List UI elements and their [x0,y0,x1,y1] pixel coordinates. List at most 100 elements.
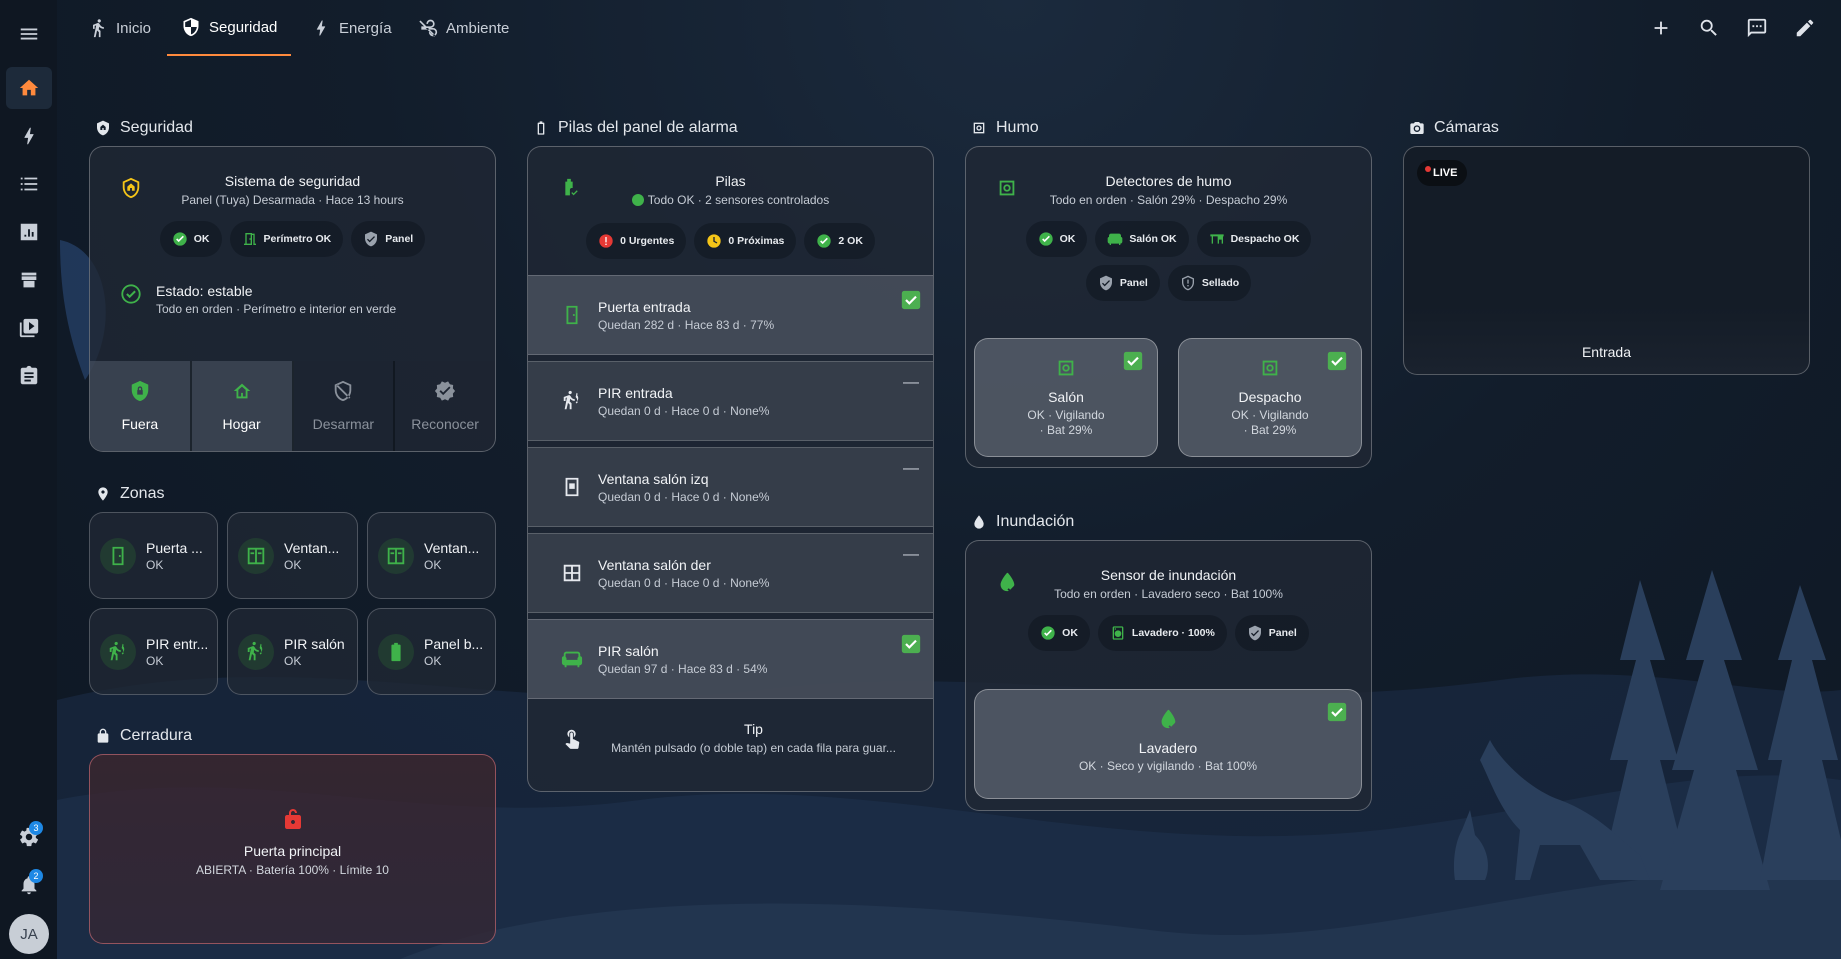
motion-sensor-icon [247,641,263,660]
zone-name: Ventan... [424,539,480,556]
camera-icon [1410,122,1424,134]
smoke-detector-despacho[interactable]: Despacho OK · Vigilando · Bat 29% [1178,338,1362,457]
energy-icon[interactable] [6,115,52,157]
zone-state: OK [284,653,302,668]
chip-upcoming[interactable]: 0 Próximas [694,223,797,259]
camera-name: Entrada [1581,344,1632,360]
door-icon [566,305,578,325]
zone-tile[interactable]: Ventan... OK [367,512,496,599]
chip-label: Sellado [1201,277,1240,289]
list-icon[interactable] [6,163,52,205]
tab-label: Seguridad [209,18,278,36]
settings-icon[interactable]: 3 [6,816,52,858]
chip-despacho[interactable]: Despacho OK [1196,221,1312,257]
avatar[interactable]: JA [9,914,49,954]
chart-icon[interactable] [6,211,52,253]
battery-row-detail: Quedan 0 d · Hace 0 d · None% [598,489,770,504]
lock-icon [97,728,109,743]
flood-sensor-lavadero[interactable]: Lavadero OK · Seco y vigilando · Bat 100… [974,689,1362,799]
battery-row[interactable]: Ventana salón der Quedan 0 d · Hace 0 d ·… [528,533,933,613]
battery-row-name: Puerta entrada [598,298,691,315]
lock-card[interactable]: Puerta principal ABIERTA · Batería 100% … [89,754,496,944]
tip-row: Tip Mantén pulsado (o doble tap) en cada… [528,699,933,777]
security-subtitle: Panel (Tuya) Desarmada · Hace 13 hours [181,193,404,207]
section-title: Pilas del panel de alarma [558,119,738,136]
door-icon [112,546,124,565]
media-icon[interactable] [6,307,52,349]
zone-tile[interactable]: Panel b... OK [367,608,496,695]
chip-urgent[interactable]: 0 Urgentes [586,223,687,259]
zone-tile[interactable]: PIR entr... OK [89,608,218,695]
battery-row-name: PIR entrada [598,384,673,401]
check-outline-icon [121,284,141,304]
chip-label: 0 Urgentes [620,235,675,247]
smoke-title: Detectores de humo [1105,173,1232,189]
clock-alert-icon [707,234,722,248]
lock-open-icon [284,809,301,829]
bell-icon[interactable]: 2 [6,864,52,906]
chip-ok[interactable]: OK [1025,221,1088,257]
detector-battery: · Bat 29% [1039,423,1093,437]
tab-seguridad[interactable]: Seguridad [167,0,292,56]
battery-row[interactable]: Puerta entrada Quedan 282 d · Hace 83 d ·… [528,275,933,355]
home-outline-icon [233,383,250,399]
security-card[interactable]: Sistema de seguridad Panel (Tuya) Desarm… [89,146,496,452]
tip-title: Tip [744,721,763,737]
mode-acknowledge-button[interactable]: Reconocer [395,361,495,451]
tab-ambiente[interactable]: Ambiente [404,0,523,56]
store-icon[interactable] [6,259,52,301]
camera-card-entrada[interactable]: LIVE Entrada [1403,146,1810,375]
security-chips: OK Perímetro OK Panel [90,207,495,257]
zone-tile[interactable]: PIR salón OK [227,608,358,695]
chip-ok[interactable]: 2 OK [804,223,875,259]
shield-off-icon [335,380,352,402]
batteries-subtitle: Todo OK · 2 sensores controlados [538,193,923,207]
battery-row[interactable]: Ventana salón izq Quedan 0 d · Hace 0 d ·… [528,447,933,527]
chip-panel[interactable]: Panel [1085,265,1160,301]
chip-panel[interactable]: Panel [351,221,426,257]
add-icon[interactable] [1647,14,1675,42]
edit-icon[interactable] [1791,14,1819,42]
chip-label: 0 Próximas [728,235,785,247]
zone-name: PIR salón [284,635,345,652]
chip-lavadero[interactable]: Lavadero · 100% [1097,615,1227,651]
mode-disarm-button[interactable]: Desarmar [293,361,396,451]
column-security: Seguridad Sistema de seguridad Panel (Tu… [89,110,496,944]
tab-label: Ambiente [446,19,510,37]
chip-perimeter[interactable]: Perímetro OK [229,221,344,257]
search-icon[interactable] [1695,14,1723,42]
zone-tile[interactable]: Ventan... OK [227,512,358,599]
arm-modes: Fuera Hogar Desarmar Reconocer [90,361,495,451]
chip-label: OK [1059,233,1076,245]
section-title: Cámaras [1434,119,1499,136]
menu-icon[interactable] [6,13,52,55]
chip-ok[interactable]: OK [1028,615,1090,651]
zone-name: Panel b... [424,635,484,652]
battery-row-detail: Quedan 97 d · Hace 83 d · 54% [598,661,768,676]
battery-row[interactable]: PIR entrada Quedan 0 d · Hace 0 d · None%… [528,361,933,441]
zone-tile[interactable]: Puerta ... OK [89,512,218,599]
chip-salon[interactable]: Salón OK [1095,221,1189,257]
smoke-detector-icon [973,122,985,134]
mode-away-button[interactable]: Fuera [90,361,192,451]
mode-home-button[interactable]: Hogar [191,361,294,451]
chip-sealed[interactable]: Sellado [1167,265,1252,301]
battery-row-detail: Quedan 0 d · Hace 0 d · None% [598,403,770,418]
battery-row-name: Ventana salón der [598,556,711,573]
lock-name: Puerta principal [243,843,342,859]
alert-circle-icon [599,234,613,248]
tab-energia[interactable]: Energía [297,0,406,56]
home-icon[interactable] [6,67,52,109]
washing-machine-icon [1112,626,1124,640]
sidebar: 3 2 JA [0,0,57,959]
clipboard-icon[interactable] [6,355,52,397]
chip-panel[interactable]: Panel [1234,615,1309,651]
dash-icon: — [903,460,919,477]
tab-inicio[interactable]: Inicio [74,0,165,56]
shield-check-icon [1248,625,1261,641]
chip-ok[interactable]: OK [159,221,222,257]
detector-name: Despacho [1238,389,1302,405]
chat-icon[interactable] [1743,14,1771,42]
smoke-detector-salon[interactable]: Salón OK · Vigilando · Bat 29% [974,338,1158,457]
battery-row[interactable]: PIR salón Quedan 97 d · Hace 83 d · 54% [528,619,933,699]
